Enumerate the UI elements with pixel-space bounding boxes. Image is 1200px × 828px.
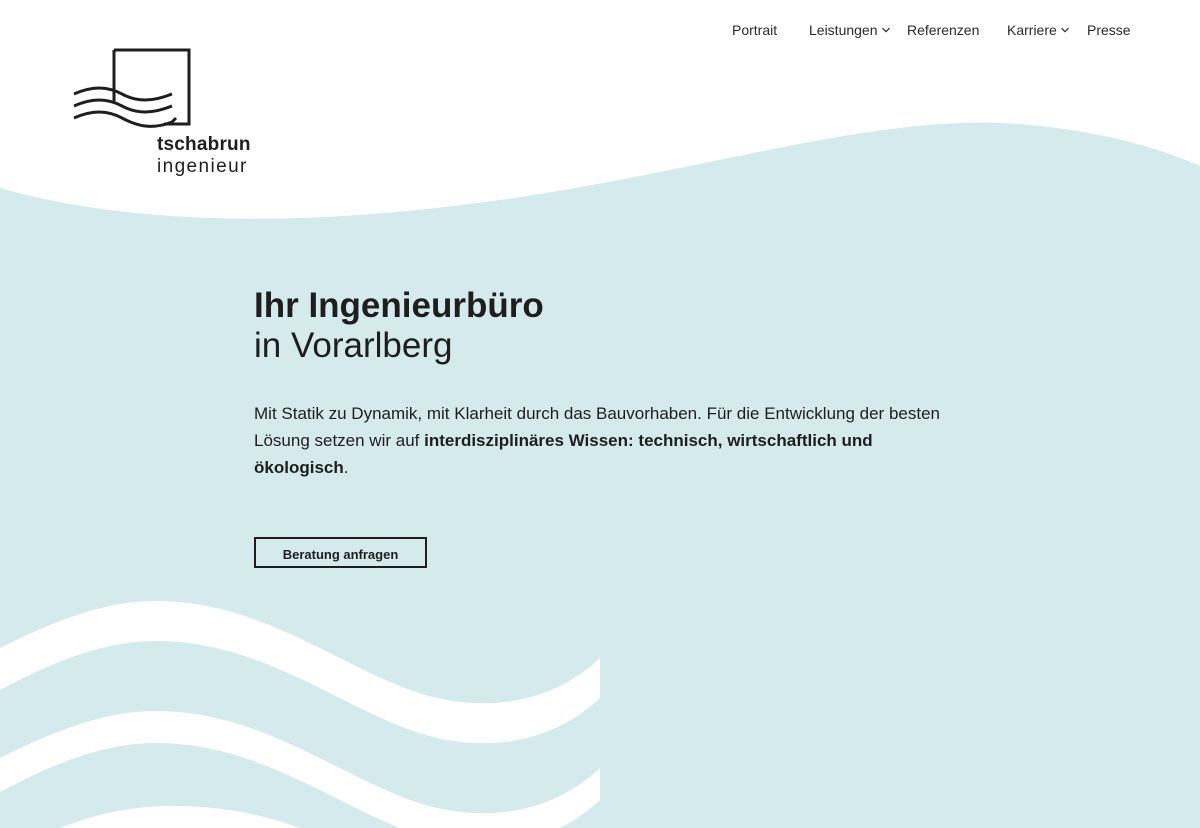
nav-item-karriere[interactable]: Karriere: [1007, 20, 1069, 40]
consultation-request-button[interactable]: Beratung anfragen: [254, 537, 427, 568]
nav-item-label: Leistungen: [809, 22, 878, 38]
chevron-down-icon: [881, 27, 890, 33]
hero-section: Ihr Ingenieurbüro in Vorarlberg Mit Stat…: [254, 286, 974, 498]
page: tschabrun ingenieur Portrait Leistungen …: [0, 0, 1200, 828]
hero-description: Mit Statik zu Dynamik, mit Klarheit durc…: [254, 400, 954, 481]
nav-item-referenzen[interactable]: Referenzen: [907, 20, 979, 40]
main-nav: Portrait Leistungen Referenzen Karriere …: [0, 20, 1200, 42]
hero-subtitle: in Vorarlberg: [254, 326, 453, 365]
nav-item-label: Referenzen: [907, 22, 980, 38]
logo-waves-square-icon: [73, 48, 191, 128]
logo-text-line2: ingenieur: [157, 156, 248, 177]
nav-item-label: Presse: [1087, 22, 1131, 38]
logo[interactable]: tschabrun ingenieur: [72, 46, 272, 186]
hero-title: Ihr Ingenieurbüro: [254, 286, 544, 325]
nav-item-label: Portrait: [732, 22, 778, 38]
nav-item-portrait[interactable]: Portrait: [732, 20, 777, 40]
nav-item-presse[interactable]: Presse: [1087, 20, 1131, 40]
nav-item-label: Karriere: [1007, 22, 1057, 38]
nav-item-leistungen[interactable]: Leistungen: [809, 20, 890, 40]
hero-text-part2: .: [343, 458, 349, 477]
chevron-down-icon: [1060, 27, 1069, 33]
logo-text-line1: tschabrun: [157, 134, 251, 155]
